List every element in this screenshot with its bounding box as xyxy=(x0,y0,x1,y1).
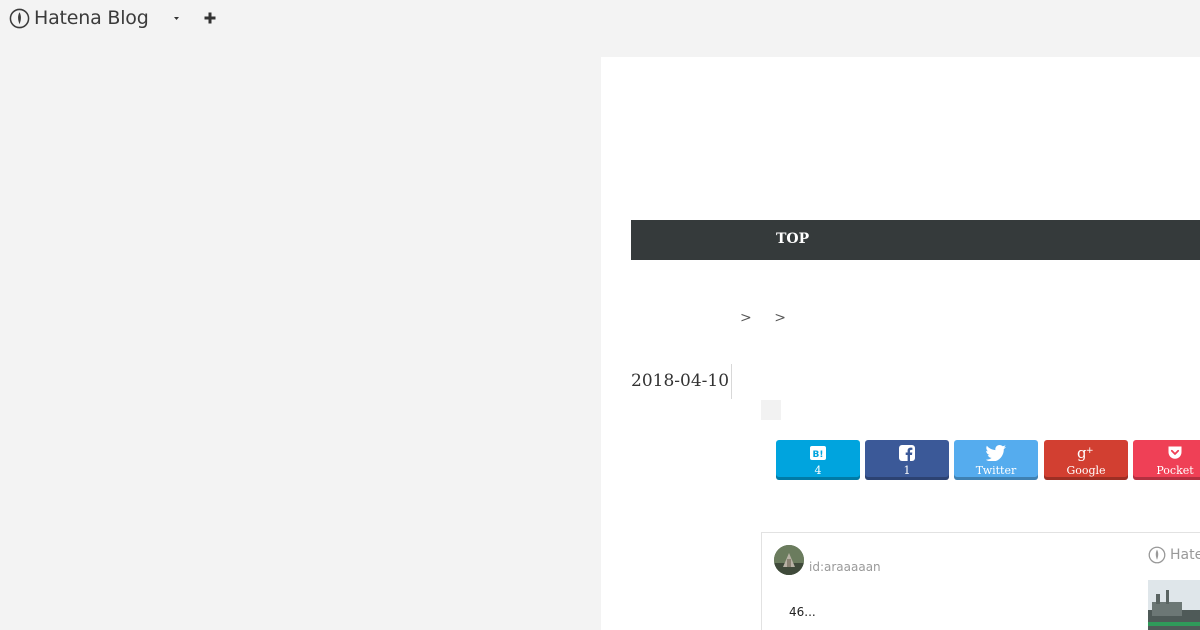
avatar-image xyxy=(774,545,804,575)
global-navigation: TOP xyxy=(631,220,1200,260)
pocket-icon xyxy=(1168,446,1182,459)
embedded-blog-card[interactable]: id:araaaaan 46... Hate xyxy=(761,532,1200,630)
breadcrumb-separator: > xyxy=(740,310,752,326)
hatena-logo-icon xyxy=(9,8,30,28)
article-date[interactable]: 2018-04-10 xyxy=(631,371,729,391)
plus-icon[interactable] xyxy=(202,10,218,26)
breadcrumb-separator: > xyxy=(774,310,786,326)
breadcrumb: > > xyxy=(740,310,786,326)
card-brand-label: Hate xyxy=(1170,547,1200,563)
facebook-share-button[interactable]: 1 xyxy=(865,440,949,480)
google-plus-share-button[interactable]: g + Google xyxy=(1044,440,1128,480)
facebook-share-count: 1 xyxy=(903,464,911,477)
hatena-logo-icon xyxy=(1148,546,1166,564)
hatena-bookmark-count: 4 xyxy=(814,464,822,477)
hatena-blog-logo[interactable]: Hatena Blog xyxy=(9,7,149,29)
twitter-icon xyxy=(986,445,1006,461)
card-thumbnail[interactable] xyxy=(1148,580,1200,630)
global-header: Hatena Blog xyxy=(0,0,1200,38)
svg-text:+: + xyxy=(1086,446,1094,456)
card-brand[interactable]: Hate xyxy=(1148,546,1200,564)
svg-text:B!: B! xyxy=(813,450,824,460)
nav-top-link[interactable]: TOP xyxy=(776,231,809,247)
card-excerpt: 46... xyxy=(789,605,816,619)
caret-down-icon[interactable] xyxy=(172,14,181,23)
user-id-link[interactable]: id:araaaaan xyxy=(809,560,881,574)
twitter-share-label: Twitter xyxy=(975,464,1017,477)
blog-page: TOP > > 2018-04-10 B! 4 1 Twitter g + Go… xyxy=(601,57,1200,630)
google-plus-icon: g + xyxy=(1077,445,1094,461)
pocket-share-button[interactable]: Pocket xyxy=(1133,440,1200,480)
date-divider xyxy=(731,364,732,399)
twitter-share-button[interactable]: Twitter xyxy=(954,440,1038,480)
avatar[interactable] xyxy=(774,545,804,575)
google-plus-share-label: Google xyxy=(1066,464,1106,477)
facebook-icon xyxy=(899,445,915,461)
pocket-share-label: Pocket xyxy=(1156,464,1194,477)
hatena-bookmark-icon: B! xyxy=(810,446,826,460)
hatena-bookmark-button[interactable]: B! 4 xyxy=(776,440,860,480)
category-placeholder xyxy=(761,400,781,420)
thumbnail-image xyxy=(1148,580,1200,630)
brand-name: Hatena Blog xyxy=(34,7,149,29)
